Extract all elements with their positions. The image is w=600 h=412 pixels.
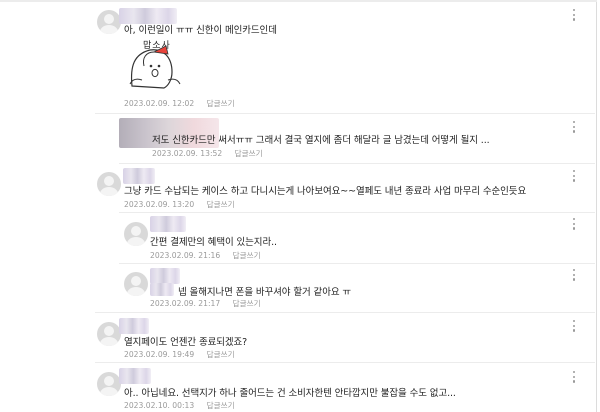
comment-meta: 2023.02.10. 00:13 답글쓰기 (124, 400, 235, 411)
comment-text: 아, 이런일이 ㅠㅠ 신한이 메인카드인데 (124, 25, 277, 36)
comment-date: 2023.02.10. 00:13 (124, 401, 195, 410)
comment-text: 간편 결제만의 혜택이 있는지라.. (150, 237, 277, 248)
comment-date: 2023.02.09. 19:49 (124, 350, 195, 359)
nickname-redacted (150, 216, 186, 232)
comment-date: 2023.02.09. 13:52 (152, 149, 223, 158)
more-options-icon[interactable] (569, 9, 579, 23)
avatar (124, 222, 148, 246)
avatar (124, 272, 148, 296)
comment-text: 넵 올해지나면 폰을 바꾸셔야 할거 같아요 ㅠ (178, 287, 352, 298)
comment-meta: 2023.02.09. 13:20 답글쓰기 (124, 199, 235, 210)
avatar (97, 322, 121, 346)
reply-button[interactable]: 답글쓰기 (207, 401, 235, 410)
nickname-redacted (119, 368, 151, 384)
reply-button[interactable]: 답글쓰기 (233, 251, 261, 260)
top-border (0, 0, 597, 2)
comment-meta: 2023.02.09. 21:17 답글쓰기 (150, 298, 261, 309)
divider (119, 163, 595, 164)
nickname-redacted (119, 318, 149, 334)
more-options-icon[interactable] (569, 269, 579, 283)
comment-date: 2023.02.09. 12:02 (124, 99, 195, 108)
sticker-image (129, 45, 181, 89)
comment-list: 아, 이런일이 ㅠㅠ 신한이 메인카드인데 맙소사 2023.02.09. 12… (0, 0, 597, 412)
comment-text: 아.. 아닙네요. 선택지가 하나 줄어드는 건 소비자한텐 안타깝지만 불잡을… (124, 388, 456, 399)
more-options-icon[interactable] (569, 121, 579, 135)
comment-text: 열지페이도 언젠간 종료되겠죠? (124, 337, 248, 348)
comment-meta: 2023.02.09. 21:16 답글쓰기 (150, 250, 261, 261)
avatar (97, 172, 121, 196)
comment-meta: 2023.02.09. 12:02 답글쓰기 (124, 98, 235, 109)
comment-meta: 2023.02.09. 13:52 답글쓰기 (152, 148, 263, 159)
mention-redacted (150, 283, 174, 296)
nickname-redacted (150, 268, 180, 284)
divider (95, 362, 595, 363)
comment-text: 저도 신한카드만 써서ㅠㅠ 그래서 결국 열지에 좀더 해달라 글 남겼는데 어… (152, 135, 490, 146)
reply-button[interactable]: 답글쓰기 (235, 149, 263, 158)
reply-button[interactable]: 답글쓰기 (207, 350, 235, 359)
divider (119, 263, 595, 264)
comment-meta: 2023.02.09. 19:49 답글쓰기 (124, 349, 235, 360)
more-options-icon[interactable] (569, 371, 579, 385)
comment-date: 2023.02.09. 21:16 (150, 251, 221, 260)
divider (119, 212, 595, 213)
comment-text: 그냥 카드 수납되는 케이스 하고 다니시는게 나아보여요~~열페도 내년 종료… (124, 186, 527, 197)
nickname-redacted (123, 168, 155, 184)
avatar (97, 10, 121, 34)
reply-button[interactable]: 답글쓰기 (207, 99, 235, 108)
divider (95, 312, 595, 313)
reply-button[interactable]: 답글쓰기 (207, 200, 235, 209)
comment-date: 2023.02.09. 21:17 (150, 299, 221, 308)
comment-date: 2023.02.09. 13:20 (124, 200, 195, 209)
divider (95, 113, 595, 114)
more-options-icon[interactable] (569, 170, 579, 184)
more-options-icon[interactable] (569, 320, 579, 334)
avatar (97, 372, 121, 396)
more-options-icon[interactable] (569, 218, 579, 232)
reply-button[interactable]: 답글쓰기 (233, 299, 261, 308)
